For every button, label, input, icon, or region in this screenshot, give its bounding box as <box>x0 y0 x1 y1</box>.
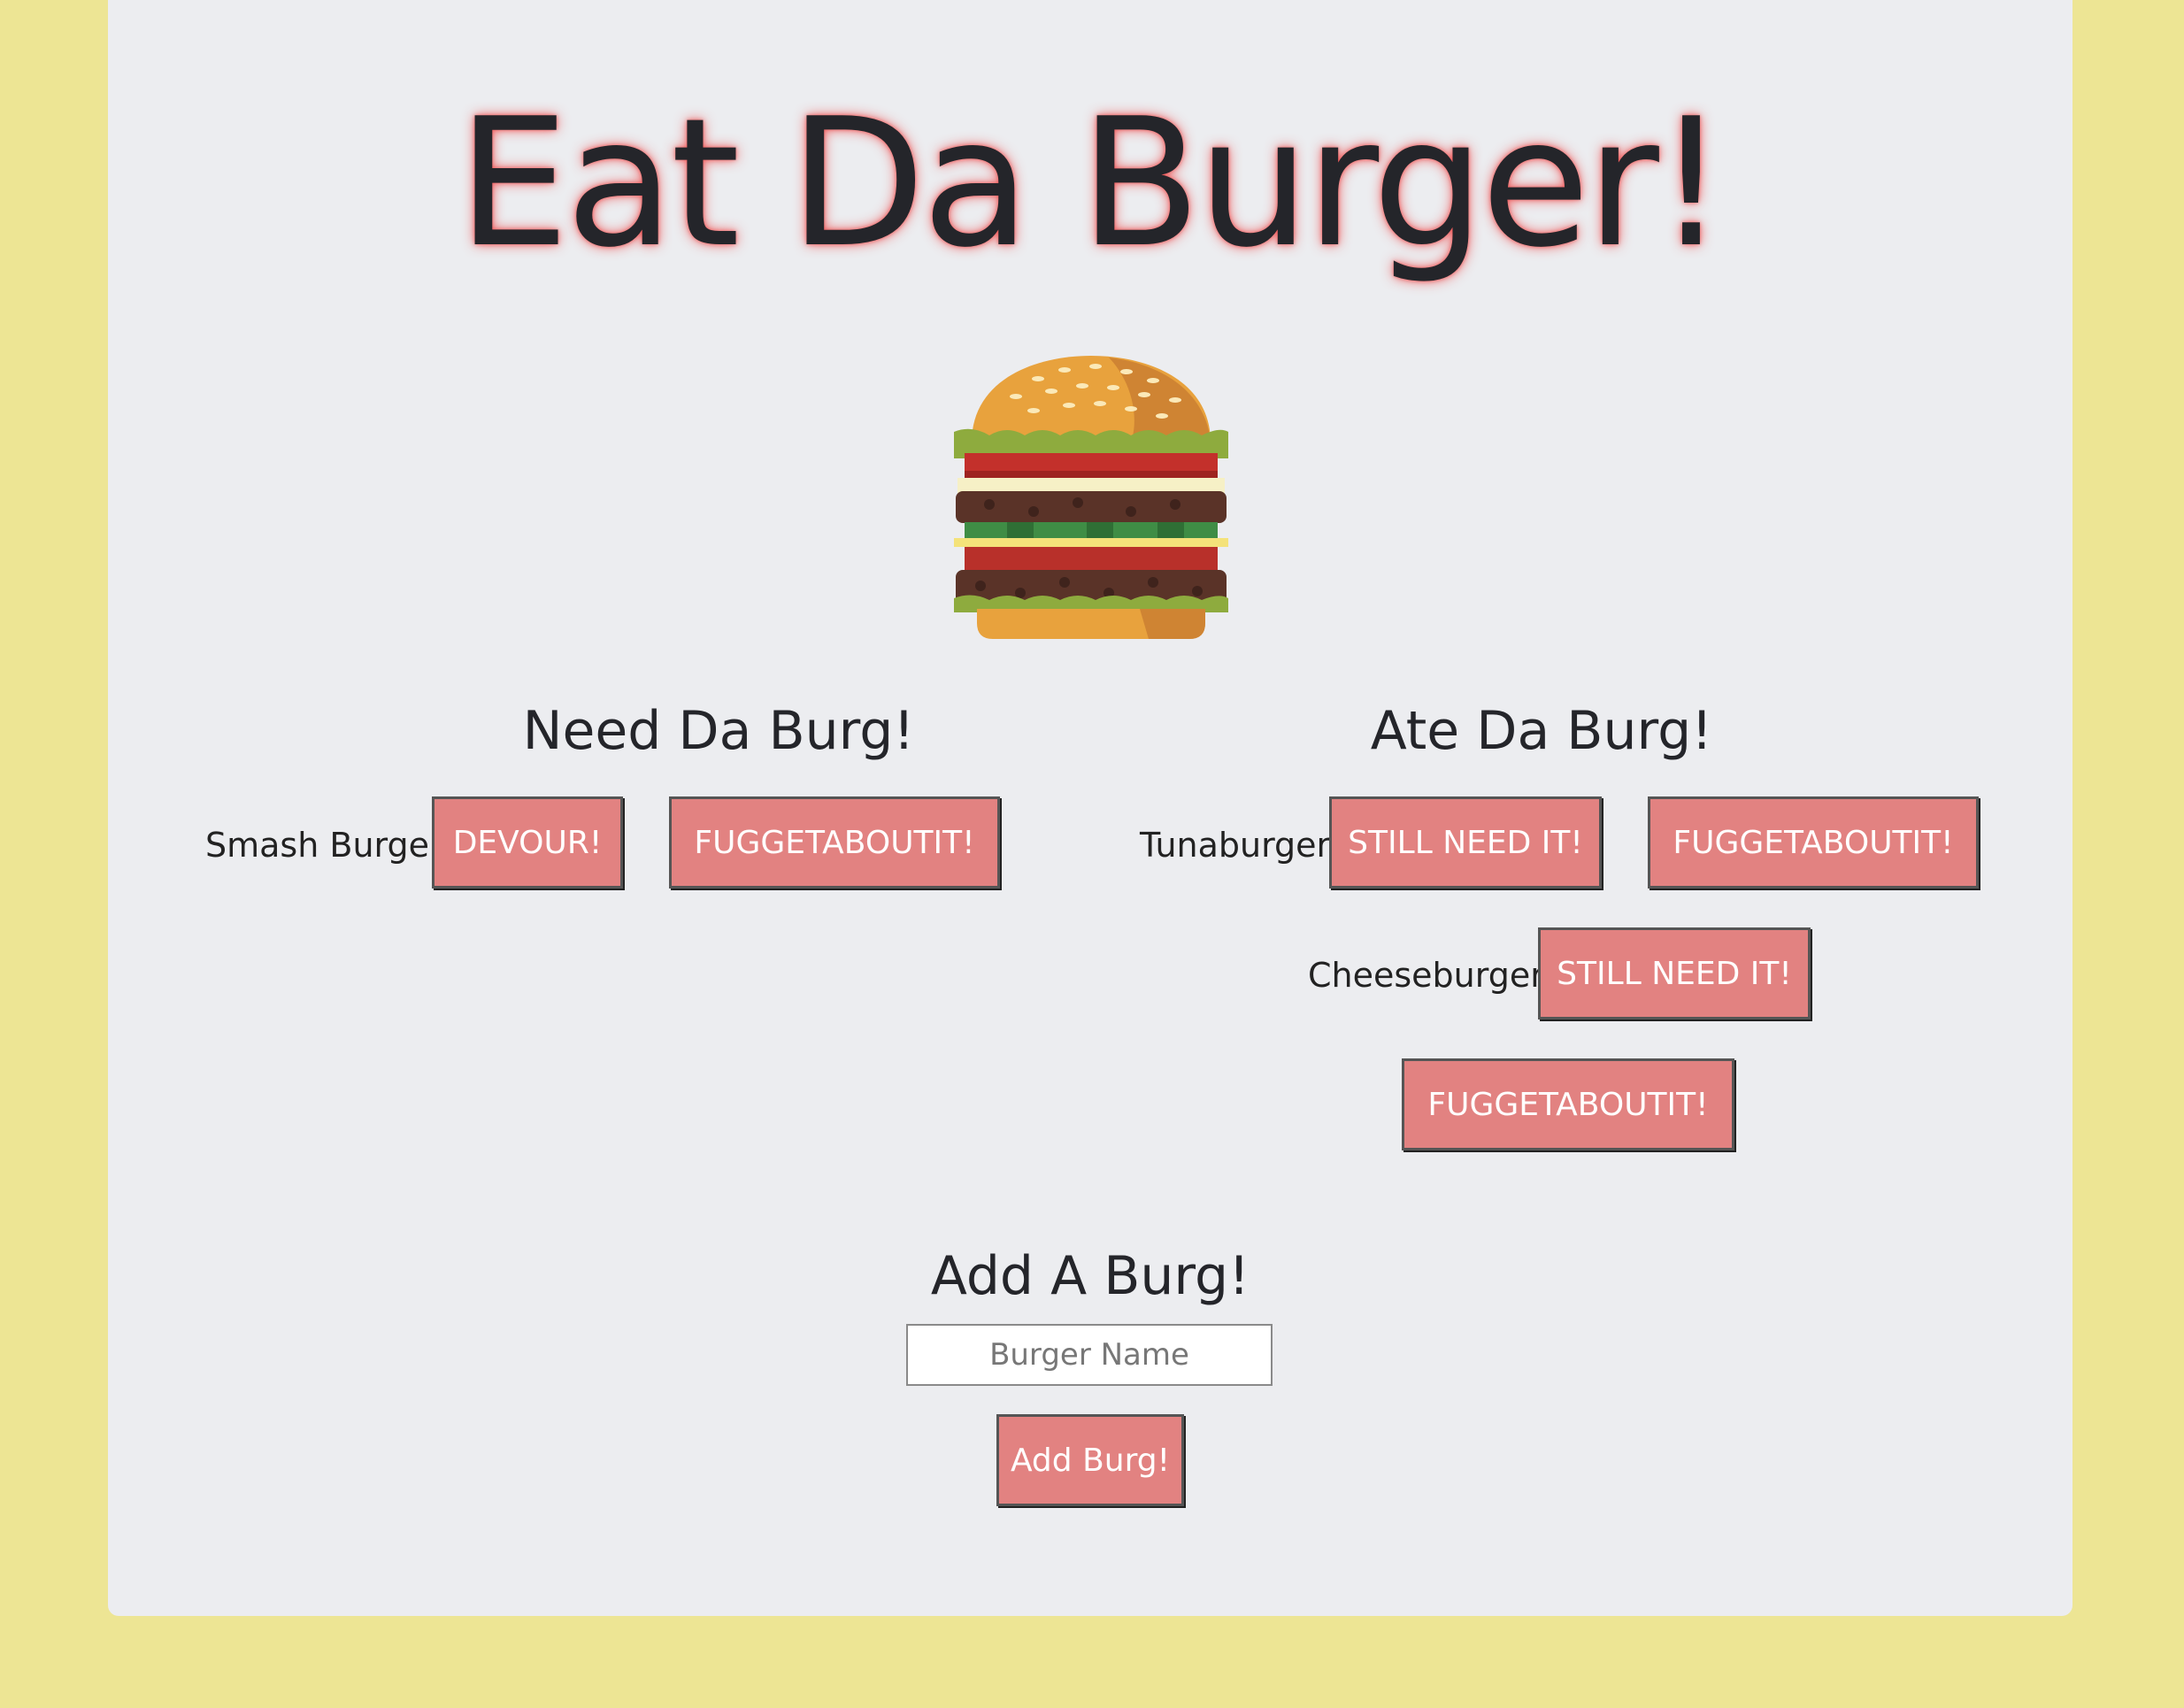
fuggetaboutit-button[interactable]: FUGGETABOUTIT! <box>1402 1058 1734 1150</box>
fuggetaboutit-button[interactable]: FUGGETABOUTIT! <box>669 796 1000 889</box>
main-card: Eat Da Burger! Need Da Burg! Smash Burge… <box>108 0 2072 1616</box>
burger-name: Tunaburger <box>1140 826 1331 865</box>
burger-name: Cheeseburger <box>1308 956 1544 995</box>
add-burger-heading: Add A Burg! <box>930 1245 1250 1307</box>
burger-name: Smash Burger <box>205 826 443 865</box>
devour-button[interactable]: DEVOUR! <box>432 796 623 889</box>
need-burgers-heading: Need Da Burg! <box>522 700 915 762</box>
still-need-it-button[interactable]: STILL NEED IT! <box>1329 796 1602 889</box>
still-need-it-button[interactable]: STILL NEED IT! <box>1538 927 1811 1019</box>
ate-burgers-heading: Ate Da Burg! <box>1370 700 1713 762</box>
burger-name-input[interactable] <box>906 1324 1273 1386</box>
fuggetaboutit-button[interactable]: FUGGETABOUTIT! <box>1648 796 1979 889</box>
add-burger-button[interactable]: Add Burg! <box>996 1414 1184 1506</box>
burger-image <box>954 356 1228 639</box>
page-title: Eat Da Burger! <box>457 81 1726 287</box>
